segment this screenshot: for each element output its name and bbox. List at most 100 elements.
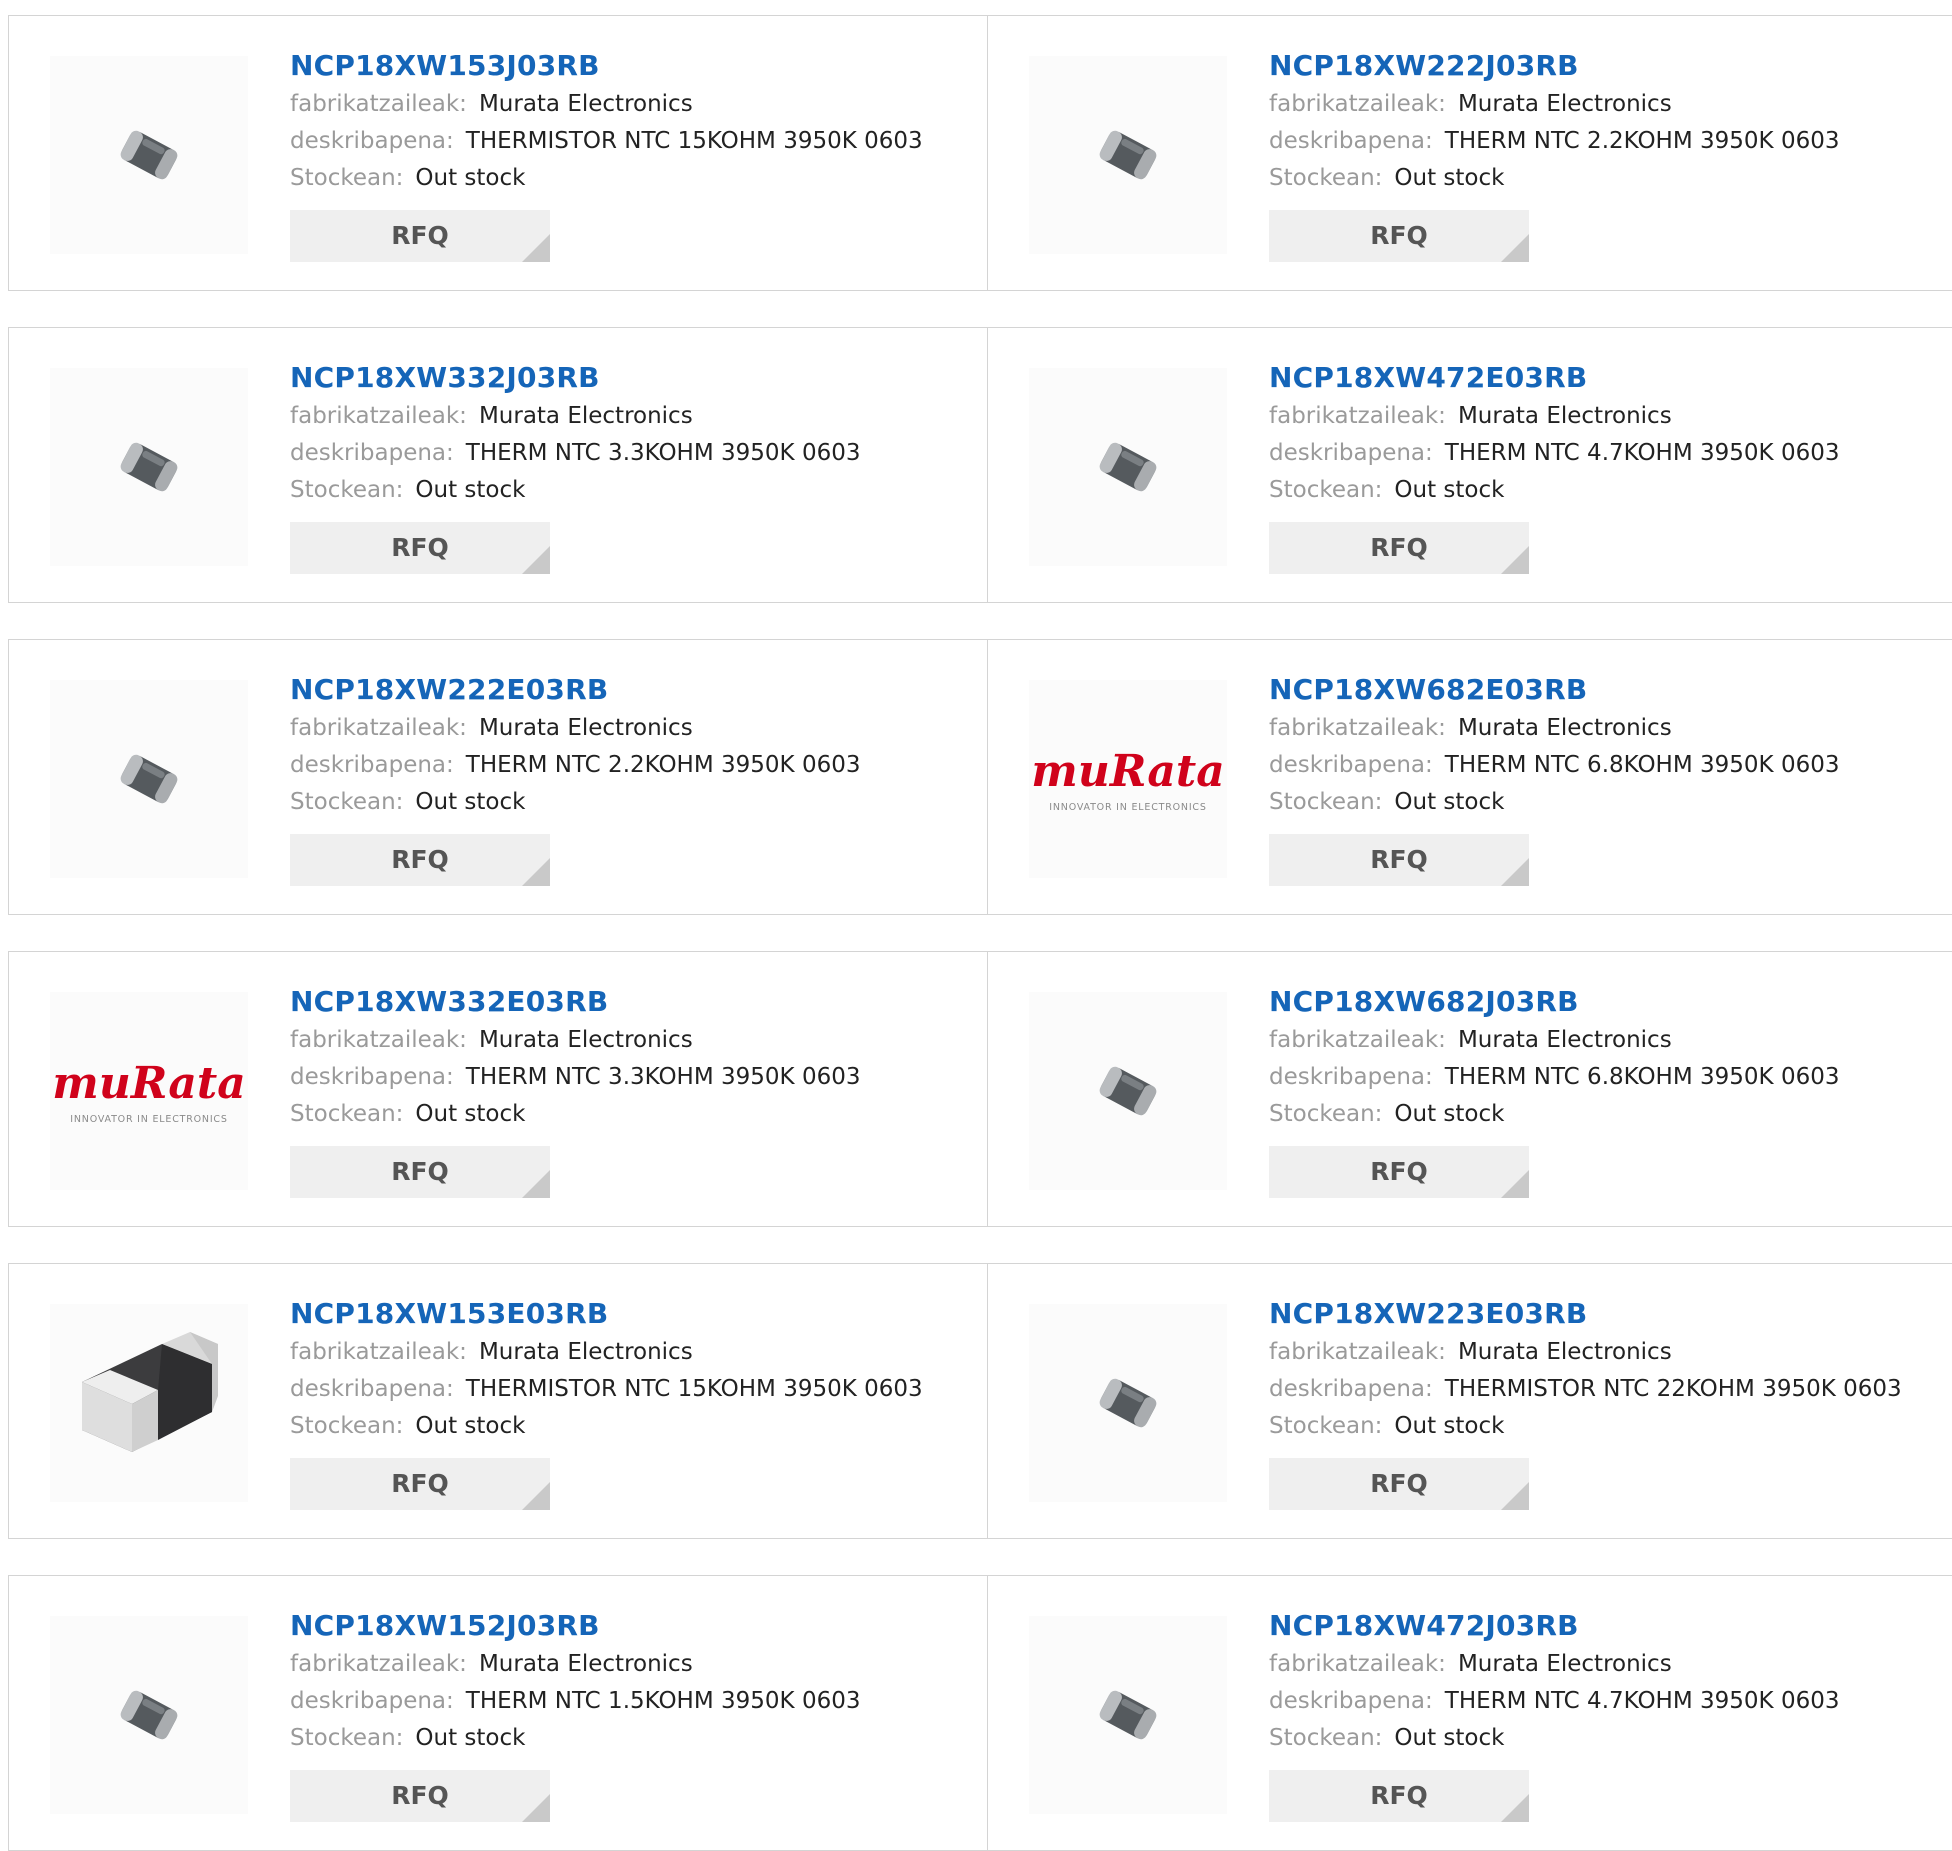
svg-text:muRata: muRata [52, 1058, 245, 1109]
part-number-link[interactable]: NCP18XW332J03RB [290, 358, 860, 398]
description-label: deskribapena: [290, 1688, 454, 1714]
rfq-button[interactable]: RFQ [1269, 522, 1529, 574]
product-image[interactable] [1029, 56, 1227, 254]
product-image[interactable] [50, 680, 248, 878]
stock-value: Out stock [415, 1725, 526, 1751]
product-info: NCP18XW472J03RB fabrikatzaileak: Murata E… [1269, 1606, 1839, 1822]
manufacturer-row: fabrikatzaileak: Murata Electronics [290, 1334, 923, 1371]
product-row: muRata INNOVATOR IN ELECTRONICS NCP18XW33… [8, 951, 1952, 1227]
product-card: NCP18XW682J03RB fabrikatzaileak: Murata E… [988, 952, 1952, 1226]
corner-triangle-icon [522, 1482, 550, 1510]
description-row: deskribapena: THERM NTC 2.2KOHM 3950K 060… [290, 747, 860, 784]
rfq-button[interactable]: RFQ [1269, 834, 1529, 886]
rfq-button[interactable]: RFQ [290, 1458, 550, 1510]
part-number-link[interactable]: NCP18XW153J03RB [290, 46, 923, 86]
rfq-button[interactable]: RFQ [1269, 1146, 1529, 1198]
product-card: NCP18XW153E03RB fabrikatzaileak: Murata E… [9, 1264, 988, 1538]
part-number-link[interactable]: NCP18XW472J03RB [1269, 1606, 1839, 1646]
stock-row: Stockean: Out stock [1269, 472, 1839, 509]
part-number-link[interactable]: NCP18XW152J03RB [290, 1606, 860, 1646]
description-label: deskribapena: [1269, 1688, 1433, 1714]
product-image[interactable]: muRata INNOVATOR IN ELECTRONICS [1029, 680, 1227, 878]
part-number-link[interactable]: NCP18XW153E03RB [290, 1294, 923, 1334]
product-image[interactable] [50, 1304, 248, 1502]
description-value: THERM NTC 4.7KOHM 3950K 0603 [1444, 440, 1840, 466]
manufacturer-label: fabrikatzaileak: [1269, 715, 1446, 741]
rfq-label: RFQ [391, 1157, 449, 1186]
description-row: deskribapena: THERM NTC 6.8KOHM 3950K 060… [1269, 1059, 1839, 1096]
part-number-link[interactable]: NCP18XW472E03RB [1269, 358, 1839, 398]
manufacturer-value: Murata Electronics [1457, 715, 1672, 741]
rfq-button[interactable]: RFQ [1269, 1458, 1529, 1510]
thermistor-chip-icon [120, 130, 178, 180]
product-image[interactable] [50, 1616, 248, 1814]
product-info: NCP18XW222E03RB fabrikatzaileak: Murata E… [290, 670, 860, 886]
product-image[interactable] [50, 56, 248, 254]
description-value: THERM NTC 3.3KOHM 3950K 0603 [465, 440, 861, 466]
part-number-link[interactable]: NCP18XW682E03RB [1269, 670, 1839, 710]
manufacturer-label: fabrikatzaileak: [1269, 403, 1446, 429]
manufacturer-label: fabrikatzaileak: [290, 1027, 467, 1053]
stock-row: Stockean: Out stock [290, 160, 923, 197]
rfq-button[interactable]: RFQ [290, 834, 550, 886]
part-number-link[interactable]: NCP18XW222E03RB [290, 670, 860, 710]
stock-value: Out stock [1394, 165, 1505, 191]
rfq-button[interactable]: RFQ [1269, 210, 1529, 262]
description-value: THERMISTOR NTC 22KOHM 3950K 0603 [1444, 1376, 1902, 1402]
rfq-button[interactable]: RFQ [290, 210, 550, 262]
rfq-label: RFQ [391, 533, 449, 562]
product-row: NCP18XW332J03RB fabrikatzaileak: Murata E… [8, 327, 1952, 603]
manufacturer-label: fabrikatzaileak: [1269, 1027, 1446, 1053]
manufacturer-row: fabrikatzaileak: Murata Electronics [1269, 710, 1839, 747]
thermistor-chip-icon [120, 754, 178, 804]
manufacturer-value: Murata Electronics [478, 1339, 693, 1365]
description-label: deskribapena: [1269, 752, 1433, 778]
stock-label: Stockean: [1269, 1725, 1383, 1751]
manufacturer-value: Murata Electronics [478, 715, 693, 741]
product-image[interactable] [1029, 1616, 1227, 1814]
corner-triangle-icon [1501, 1170, 1529, 1198]
description-row: deskribapena: THERMISTOR NTC 15KOHM 3950K… [290, 1371, 923, 1408]
corner-triangle-icon [522, 546, 550, 574]
corner-triangle-icon [1501, 1794, 1529, 1822]
corner-triangle-icon [522, 1170, 550, 1198]
description-label: deskribapena: [1269, 1064, 1433, 1090]
description-value: THERM NTC 4.7KOHM 3950K 0603 [1444, 1688, 1840, 1714]
stock-row: Stockean: Out stock [290, 472, 860, 509]
manufacturer-row: fabrikatzaileak: Murata Electronics [1269, 1646, 1839, 1683]
description-value: THERMISTOR NTC 15KOHM 3950K 0603 [465, 128, 923, 154]
product-info: NCP18XW332E03RB fabrikatzaileak: Murata E… [290, 982, 860, 1198]
rfq-button[interactable]: RFQ [290, 522, 550, 574]
product-image[interactable] [50, 368, 248, 566]
product-image[interactable] [1029, 368, 1227, 566]
part-number-link[interactable]: NCP18XW332E03RB [290, 982, 860, 1022]
product-card: NCP18XW472J03RB fabrikatzaileak: Murata E… [988, 1576, 1952, 1850]
description-row: deskribapena: THERMISTOR NTC 22KOHM 3950K… [1269, 1371, 1902, 1408]
product-card: NCP18XW332J03RB fabrikatzaileak: Murata E… [9, 328, 988, 602]
manufacturer-label: fabrikatzaileak: [290, 403, 467, 429]
rfq-button[interactable]: RFQ [290, 1146, 550, 1198]
product-card: muRata INNOVATOR IN ELECTRONICS NCP18XW33… [9, 952, 988, 1226]
stock-row: Stockean: Out stock [1269, 1096, 1839, 1133]
manufacturer-value: Murata Electronics [1457, 1339, 1672, 1365]
stock-value: Out stock [415, 165, 526, 191]
corner-triangle-icon [1501, 234, 1529, 262]
corner-triangle-icon [522, 858, 550, 886]
manufacturer-row: fabrikatzaileak: Murata Electronics [1269, 1334, 1902, 1371]
description-row: deskribapena: THERM NTC 3.3KOHM 3950K 060… [290, 1059, 860, 1096]
rfq-button[interactable]: RFQ [290, 1770, 550, 1822]
part-number-link[interactable]: NCP18XW682J03RB [1269, 982, 1839, 1022]
rfq-button[interactable]: RFQ [1269, 1770, 1529, 1822]
description-label: deskribapena: [290, 440, 454, 466]
stock-label: Stockean: [1269, 477, 1383, 503]
svg-text:INNOVATOR IN ELECTRONICS: INNOVATOR IN ELECTRONICS [70, 1114, 227, 1125]
product-image[interactable] [1029, 1304, 1227, 1502]
part-number-link[interactable]: NCP18XW222J03RB [1269, 46, 1839, 86]
product-image[interactable] [1029, 992, 1227, 1190]
product-image[interactable]: muRata INNOVATOR IN ELECTRONICS [50, 992, 248, 1190]
manufacturer-value: Murata Electronics [1457, 403, 1672, 429]
manufacturer-value: Murata Electronics [478, 1651, 693, 1677]
manufacturer-row: fabrikatzaileak: Murata Electronics [290, 398, 860, 435]
manufacturer-label: fabrikatzaileak: [290, 1339, 467, 1365]
part-number-link[interactable]: NCP18XW223E03RB [1269, 1294, 1902, 1334]
